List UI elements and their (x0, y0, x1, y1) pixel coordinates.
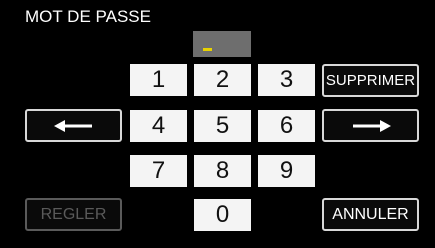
set-button[interactable]: REGLER (25, 198, 122, 231)
key-7[interactable]: 7 (130, 155, 187, 187)
key-0[interactable]: 0 (194, 199, 251, 231)
arrow-right-icon (351, 119, 391, 133)
cursor-left-button[interactable] (25, 109, 122, 142)
key-9[interactable]: 9 (258, 155, 315, 187)
password-field[interactable] (193, 31, 251, 57)
arrow-left-icon (53, 119, 94, 133)
key-4[interactable]: 4 (130, 110, 187, 142)
delete-button[interactable]: SUPPRIMER (322, 64, 419, 97)
key-6[interactable]: 6 (258, 110, 315, 142)
input-cursor (203, 48, 212, 51)
cursor-right-button[interactable] (322, 109, 419, 142)
key-5[interactable]: 5 (194, 110, 251, 142)
cancel-button[interactable]: ANNULER (322, 198, 419, 231)
key-3[interactable]: 3 (258, 64, 315, 96)
screen-title: MOT DE PASSE (25, 7, 151, 26)
key-2[interactable]: 2 (194, 64, 251, 96)
key-1[interactable]: 1 (130, 64, 187, 96)
key-8[interactable]: 8 (194, 155, 251, 187)
